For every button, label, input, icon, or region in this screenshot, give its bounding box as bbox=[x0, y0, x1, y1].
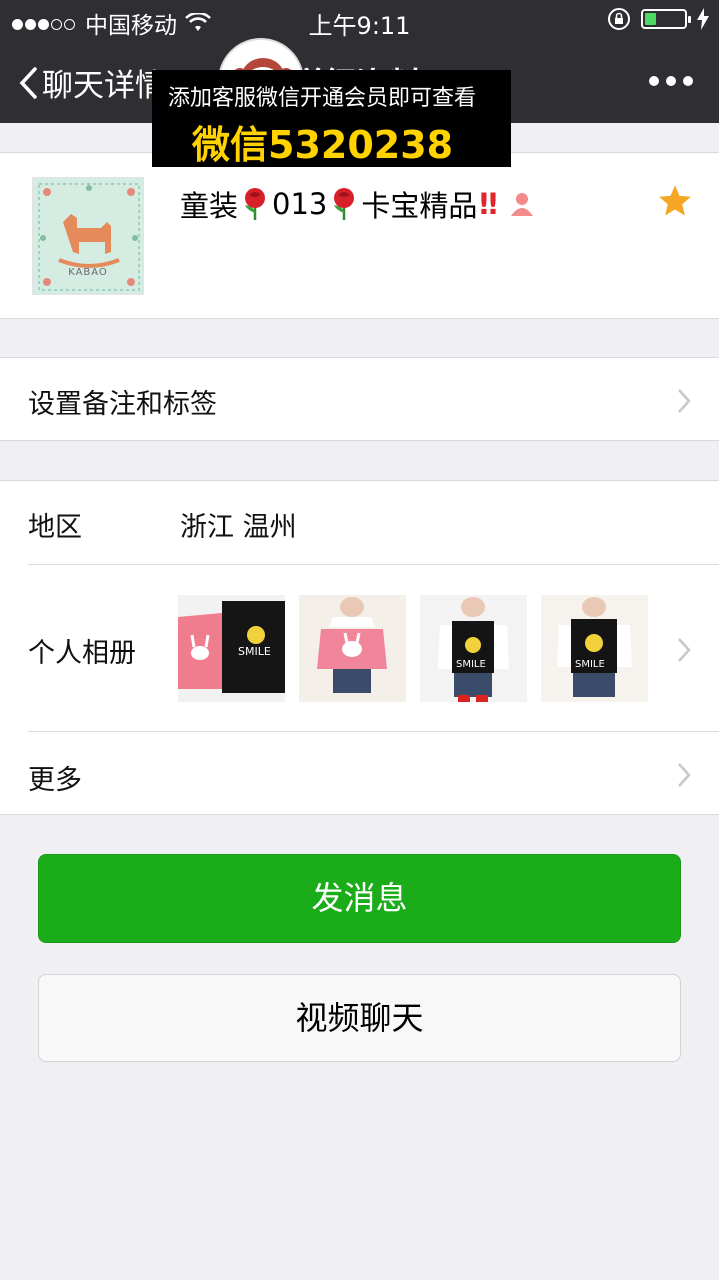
chevron-left-icon bbox=[19, 66, 37, 99]
overlay-ad-banner: 添加客服微信开通会员即可查看 微信5320238 bbox=[152, 70, 511, 167]
album-thumbnail[interactable] bbox=[299, 595, 406, 702]
remark-label: 设置备注和标签 bbox=[28, 389, 217, 420]
svg-text:SMILE: SMILE bbox=[238, 645, 271, 658]
back-label: 聊天详情 bbox=[42, 68, 166, 104]
gender-person-icon bbox=[510, 193, 533, 216]
rose-emoji-icon bbox=[245, 188, 266, 220]
avatar-image bbox=[38, 183, 140, 291]
more-label: 更多 bbox=[28, 765, 82, 796]
back-button[interactable]: 聊天详情 bbox=[18, 60, 166, 105]
album-thumbnail[interactable]: SMILE bbox=[178, 595, 285, 702]
chevron-right-icon bbox=[678, 638, 691, 662]
album-thumbnail[interactable]: SMILE bbox=[420, 595, 527, 702]
video-chat-button[interactable]: 视频聊天 bbox=[38, 974, 681, 1062]
chevron-right-icon bbox=[678, 763, 691, 787]
status-right bbox=[607, 7, 709, 31]
more-options-button[interactable] bbox=[649, 76, 693, 86]
status-bar: 中国移动 上午9:11 bbox=[0, 0, 719, 40]
remark-tags-row[interactable]: 设置备注和标签 bbox=[0, 357, 719, 441]
profile-nickname: 童装 013 卡宝精品 ‼ bbox=[180, 183, 536, 225]
nickname-part1: 童装 bbox=[180, 189, 239, 223]
profile-avatar[interactable]: KABAO bbox=[32, 177, 144, 295]
svg-text:SMILE: SMILE bbox=[456, 659, 486, 670]
nickname-part2: 013 bbox=[272, 187, 328, 221]
rotation-lock-icon bbox=[608, 8, 630, 30]
battery-icon bbox=[641, 9, 691, 29]
overlay-ad-line1: 添加客服微信开通会员即可查看 bbox=[168, 86, 477, 111]
double-exclamation-emoji: ‼ bbox=[479, 187, 498, 221]
send-message-button[interactable]: 发消息 bbox=[38, 854, 681, 943]
album-row[interactable]: 个人相册 SMILE SMILE SMILE bbox=[0, 481, 719, 731]
overlay-ad-line2: 微信5320238 bbox=[192, 123, 454, 167]
info-section: 地区 浙江 温州 个人相册 SMILE SMILE SMILE 更多 bbox=[0, 480, 719, 815]
more-row[interactable]: 更多 bbox=[0, 732, 719, 816]
album-thumbnail[interactable]: SMILE bbox=[541, 595, 648, 702]
avatar-brand-text: KABAO bbox=[68, 267, 108, 278]
album-label: 个人相册 bbox=[28, 638, 136, 669]
charging-bolt-icon bbox=[697, 8, 709, 30]
remark-row-inner: 设置备注和标签 bbox=[0, 358, 719, 442]
star-icon[interactable] bbox=[657, 183, 693, 219]
svg-text:SMILE: SMILE bbox=[575, 659, 605, 670]
profile-card: KABAO 童装 013 卡宝精品 ‼ bbox=[0, 152, 719, 319]
nickname-part3: 卡宝精品 bbox=[361, 189, 478, 223]
rose-emoji-icon bbox=[334, 188, 355, 220]
battery-level bbox=[645, 13, 656, 25]
chevron-right-icon bbox=[678, 389, 691, 413]
